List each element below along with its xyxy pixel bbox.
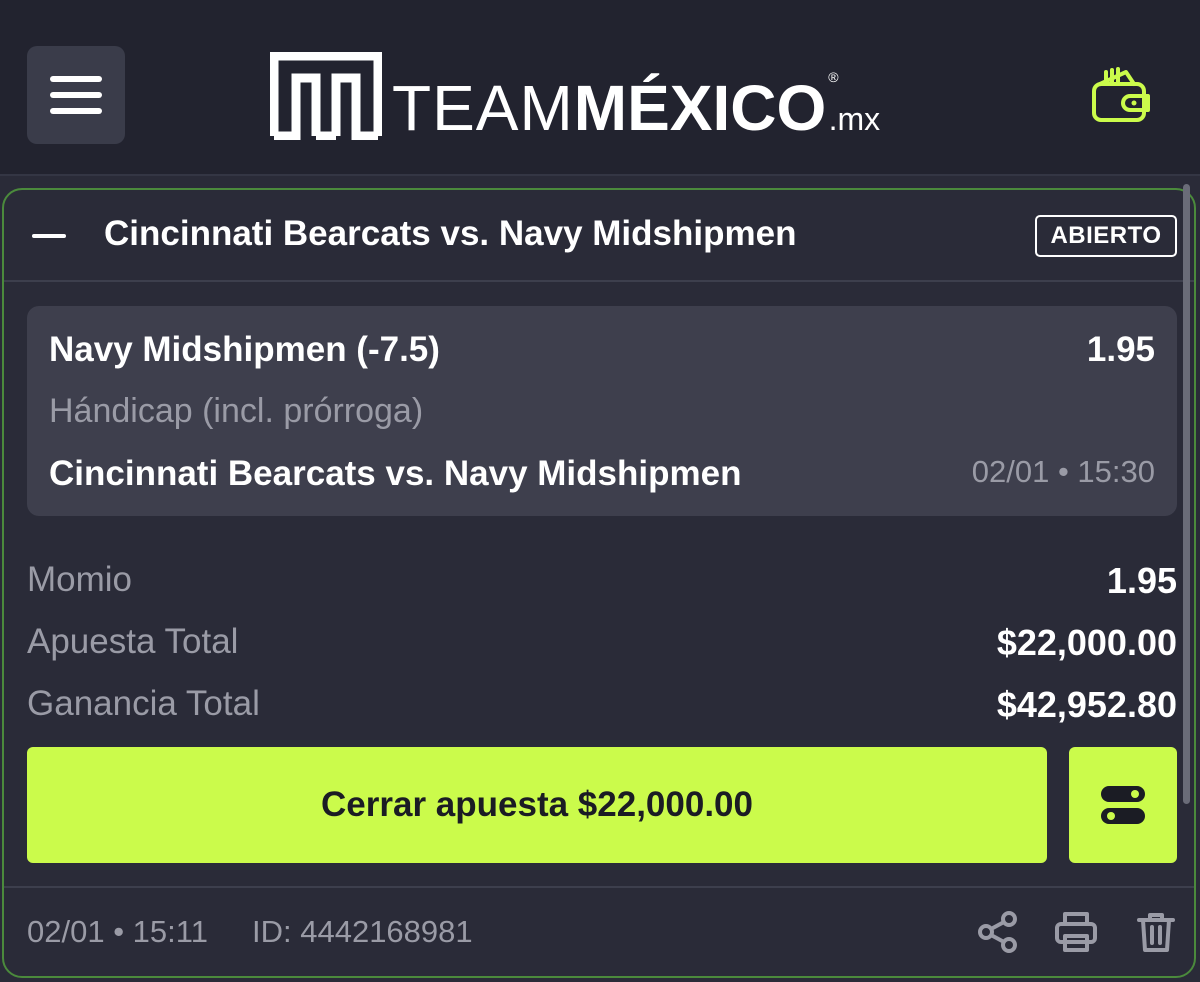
toggle-options-icon (1101, 786, 1145, 824)
print-icon[interactable] (1054, 910, 1098, 954)
placed-datetime: 02/01 • 15:11 (27, 914, 208, 949)
logo-tld-text: .mx (828, 101, 881, 137)
menu-button[interactable] (27, 46, 125, 144)
summary-label: Ganancia Total (27, 684, 260, 723)
summary-value: 1.95 (1106, 560, 1177, 601)
summary-value: $22,000.00 (996, 622, 1177, 663)
summary-row-payout: Ganancia Total $42,952.80 (27, 684, 1177, 734)
logo-registered-mark: ® (828, 69, 839, 85)
bet-selection: Navy Midshipmen (-7.5) 1.95 Hándicap (in… (27, 306, 1177, 516)
selection-event: Cincinnati Bearcats vs. Navy Midshipmen (49, 454, 742, 493)
logo-team-text: TEAM (392, 72, 574, 144)
bet-card: Cincinnati Bearcats vs. Navy Midshipmen … (2, 188, 1196, 978)
hamburger-menu-icon (50, 76, 102, 82)
cashout-button[interactable]: Cerrar apuesta $22,000.00 (27, 747, 1047, 863)
selection-datetime: 02/01 • 15:30 (971, 454, 1155, 489)
logo-mark-icon (270, 52, 382, 140)
top-header: TEAM MÉXICO ® .mx (0, 0, 1200, 176)
share-icon[interactable] (976, 910, 1020, 954)
bet-card-header: Cincinnati Bearcats vs. Navy Midshipmen … (4, 190, 1194, 282)
logo-mexico-text: MÉXICO (573, 72, 827, 144)
selection-pick: Navy Midshipmen (-7.5) (49, 330, 440, 369)
page: TEAM MÉXICO ® .mx Cincinnati Bearcats vs… (0, 0, 1200, 982)
brand-logo[interactable]: TEAM MÉXICO ® .mx (270, 52, 880, 140)
trash-icon[interactable] (1134, 910, 1178, 954)
scrollbar[interactable] (1183, 184, 1190, 804)
bet-id: ID: 4442168981 (252, 914, 473, 949)
selection-market: Hándicap (incl. prórroga) (49, 392, 424, 430)
summary-label: Apuesta Total (27, 622, 239, 661)
bet-card-footer: 02/01 • 15:11 ID: 4442168981 (4, 886, 1194, 976)
status-badge: ABIERTO (1035, 215, 1177, 257)
logo-wordmark: TEAM MÉXICO ® .mx (392, 70, 881, 144)
selection-odds: 1.95 (1086, 330, 1155, 369)
cashout-options-button[interactable] (1069, 747, 1177, 863)
wallet-icon[interactable] (1090, 66, 1152, 126)
summary-row-stake: Apuesta Total $22,000.00 (27, 622, 1177, 672)
summary-row-odds: Momio 1.95 (27, 560, 1177, 610)
bet-card-title: Cincinnati Bearcats vs. Navy Midshipmen (104, 214, 797, 253)
summary-label: Momio (27, 560, 133, 599)
minus-icon (32, 234, 66, 238)
summary-value: $42,952.80 (996, 684, 1177, 725)
